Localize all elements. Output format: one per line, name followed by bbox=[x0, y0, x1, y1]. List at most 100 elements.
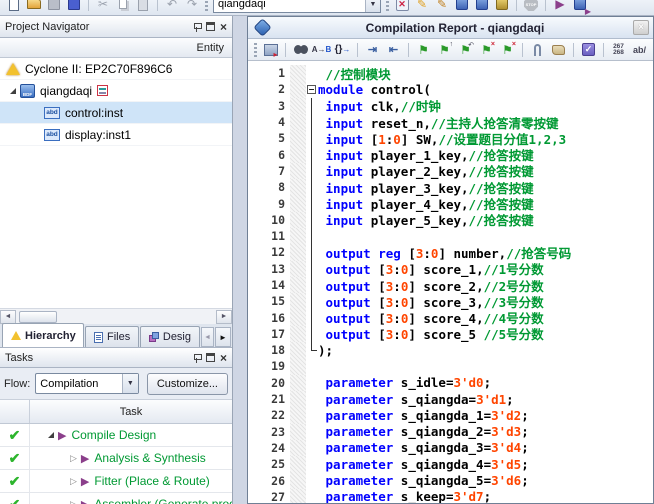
expanded-arrow-icon[interactable] bbox=[48, 432, 54, 438]
float-window-icon[interactable] bbox=[206, 22, 215, 31]
collapsed-arrow-icon[interactable]: ▷ bbox=[70, 453, 77, 464]
run-task-icon[interactable]: ▶ bbox=[81, 452, 89, 465]
collapsed-arrow-icon[interactable]: ▷ bbox=[70, 499, 77, 504]
code-line[interactable]: 1 //控制模块 bbox=[248, 65, 653, 81]
code-line[interactable]: 10 input player_5_key,//抢答按键 bbox=[248, 212, 653, 228]
run-task-icon[interactable]: ▶ bbox=[81, 475, 89, 488]
code-line[interactable]: 6 input player_1_key,//抢答按键 bbox=[248, 146, 653, 162]
tree-item-control-inst[interactable]: abd control:inst bbox=[0, 102, 232, 124]
tab-scroll-left-icon[interactable]: ◄ bbox=[201, 327, 214, 347]
tab-scroll-right-icon[interactable]: ► bbox=[215, 327, 231, 347]
assignment-editor-icon[interactable]: ✎ bbox=[413, 0, 431, 13]
find-icon[interactable] bbox=[291, 41, 310, 59]
tree-item-device[interactable]: Cyclone II: EP2C70F896C6 bbox=[0, 58, 232, 80]
code-line[interactable]: 7 input player_2_key,//抢答按键 bbox=[248, 163, 653, 179]
code-line[interactable]: 23 parameter s_qiangda_2=3'd3; bbox=[248, 424, 653, 440]
task-row-fitter[interactable]: ✔ ▷ ▶ Fitter (Place & Route) bbox=[0, 470, 232, 493]
code-line[interactable]: 4 input reset_n,//主持人抢答清零按键 bbox=[248, 114, 653, 130]
close-icon[interactable]: × bbox=[220, 22, 227, 32]
open-folder-icon[interactable] bbox=[25, 0, 43, 13]
clear-bookmark-icon[interactable]: ⚑× bbox=[477, 41, 496, 59]
start-analysis-icon[interactable]: ▶ bbox=[571, 0, 589, 13]
new-file-icon[interactable] bbox=[5, 0, 23, 13]
run-task-icon[interactable]: ▶ bbox=[58, 429, 66, 442]
replace-icon[interactable]: A→B bbox=[312, 41, 331, 59]
decrease-indent-icon[interactable]: ⇤ bbox=[384, 41, 403, 59]
float-window-icon[interactable] bbox=[206, 353, 215, 362]
comment-icon[interactable] bbox=[528, 41, 547, 59]
pin-icon[interactable] bbox=[193, 353, 201, 363]
horizontal-scrollbar[interactable]: ◄ ► bbox=[0, 308, 232, 324]
open-in-main-window-icon[interactable] bbox=[261, 41, 280, 59]
tab-design-units[interactable]: Desig bbox=[140, 326, 200, 347]
tree-item-qiangdaqi[interactable]: BDF qiangdaqi bbox=[0, 80, 232, 102]
increase-indent-icon[interactable]: ⇥ bbox=[363, 41, 382, 59]
tab-files[interactable]: Files bbox=[85, 326, 139, 347]
task-row-compile-design[interactable]: ✔ ▶ Compile Design bbox=[0, 424, 232, 447]
code-line[interactable]: 24 parameter s_qiangda_3=3'd4; bbox=[248, 440, 653, 456]
scroll-right-icon[interactable]: ► bbox=[216, 310, 232, 324]
tab-hierarchy[interactable]: Hierarchy bbox=[2, 323, 84, 347]
toggle-bookmark-icon[interactable]: ⚑ bbox=[414, 41, 433, 59]
task-column-header[interactable]: Task bbox=[30, 400, 232, 423]
project-combobox[interactable]: qiangdaqi ▼ bbox=[213, 0, 381, 13]
entity-column-header[interactable]: Entity bbox=[0, 38, 232, 58]
settings-icon[interactable]: ✕ bbox=[393, 0, 411, 13]
code-line[interactable]: 16 output [3:0] score_4,//4号分数 bbox=[248, 309, 653, 325]
tree-item-display-inst1[interactable]: abd display:inst1 bbox=[0, 124, 232, 146]
code-line[interactable]: 9 input player_4_key,//抢答按键 bbox=[248, 195, 653, 211]
timing-analyzer-icon[interactable] bbox=[473, 0, 491, 13]
macro-icon[interactable] bbox=[549, 41, 568, 59]
code-line[interactable]: 2module control( bbox=[248, 81, 653, 97]
code-line[interactable]: 13 output [3:0] score_1,//1号分数 bbox=[248, 261, 653, 277]
code-line[interactable]: 3 input clk,//时钟 bbox=[248, 98, 653, 114]
undo-icon[interactable]: ↶ bbox=[163, 0, 181, 13]
start-compilation-icon[interactable]: ▶ bbox=[551, 0, 569, 13]
task-row-analysis-synthesis[interactable]: ✔ ▷ ▶ Analysis & Synthesis bbox=[0, 447, 232, 470]
combobox-dropdown-icon[interactable]: ▼ bbox=[365, 0, 380, 12]
close-icon[interactable]: × bbox=[633, 20, 649, 35]
expanded-arrow-icon[interactable] bbox=[10, 88, 16, 94]
code-line[interactable]: 21 parameter s_qiangda=3'd1; bbox=[248, 391, 653, 407]
next-bookmark-icon[interactable]: ⚑↑ bbox=[435, 41, 454, 59]
code-line[interactable]: 11 bbox=[248, 228, 653, 244]
run-task-icon[interactable]: ▶ bbox=[81, 498, 89, 504]
task-row-assembler[interactable]: ✔ ▷ ▶ Assembler (Generate progra bbox=[0, 493, 232, 504]
code-line[interactable]: 20 parameter s_idle=3'd0; bbox=[248, 375, 653, 391]
eda-tools-icon[interactable] bbox=[493, 0, 511, 13]
flow-combobox[interactable]: Compilation ▼ bbox=[35, 373, 139, 394]
code-line[interactable]: 18); bbox=[248, 342, 653, 358]
code-line[interactable]: 14 output [3:0] score_2,//2号分数 bbox=[248, 277, 653, 293]
scroll-left-icon[interactable]: ◄ bbox=[0, 310, 16, 324]
customize-button[interactable]: Customize... bbox=[147, 373, 228, 395]
fold-collapse-icon[interactable] bbox=[306, 81, 318, 97]
device-icon[interactable] bbox=[453, 0, 471, 13]
code-line[interactable]: 25 parameter s_qiangda_4=3'd5; bbox=[248, 456, 653, 472]
save-icon[interactable] bbox=[45, 0, 63, 13]
save-all-icon[interactable] bbox=[65, 0, 83, 13]
code-line[interactable]: 12 output reg [3:0] number,//抢答号码 bbox=[248, 244, 653, 260]
word-wrap-indicator[interactable]: ab/ bbox=[630, 41, 649, 59]
stop-icon[interactable]: STOP bbox=[522, 0, 540, 13]
code-line[interactable]: 5 input [1:0] SW,//设置题目分值1,2,3 bbox=[248, 130, 653, 146]
copy-icon[interactable] bbox=[114, 0, 132, 13]
code-line[interactable]: 26 parameter s_qiangda_5=3'd6; bbox=[248, 472, 653, 488]
code-line[interactable]: 27 parameter s_keep=3'd7; bbox=[248, 489, 653, 503]
check-syntax-icon[interactable]: ✓ bbox=[579, 41, 598, 59]
code-line[interactable]: 15 output [3:0] score_3,//3号分数 bbox=[248, 293, 653, 309]
redo-icon[interactable]: ↷ bbox=[183, 0, 201, 13]
insert-template-icon[interactable]: {}→ bbox=[333, 41, 352, 59]
code-editor[interactable]: 1 //控制模块2module control(3 input clk,//时钟… bbox=[248, 62, 653, 503]
editor-title-bar[interactable]: Compilation Report - qiangdaqi × bbox=[248, 17, 653, 39]
previous-bookmark-icon[interactable]: ⚑↶ bbox=[456, 41, 475, 59]
clear-all-bookmarks-icon[interactable]: ⚑× bbox=[498, 41, 517, 59]
code-line[interactable]: 22 parameter s_qiangda_1=3'd2; bbox=[248, 407, 653, 423]
code-line[interactable]: 19 bbox=[248, 358, 653, 374]
cut-icon[interactable]: ✂ bbox=[94, 0, 112, 13]
code-line[interactable]: 17 output [3:0] score_5 //5号分数 bbox=[248, 326, 653, 342]
pin-icon[interactable] bbox=[193, 22, 201, 32]
flow-dropdown-icon[interactable]: ▼ bbox=[122, 374, 138, 393]
collapsed-arrow-icon[interactable]: ▷ bbox=[70, 476, 77, 487]
pin-planner-icon[interactable]: ✎ bbox=[433, 0, 451, 13]
paste-icon[interactable] bbox=[134, 0, 152, 13]
